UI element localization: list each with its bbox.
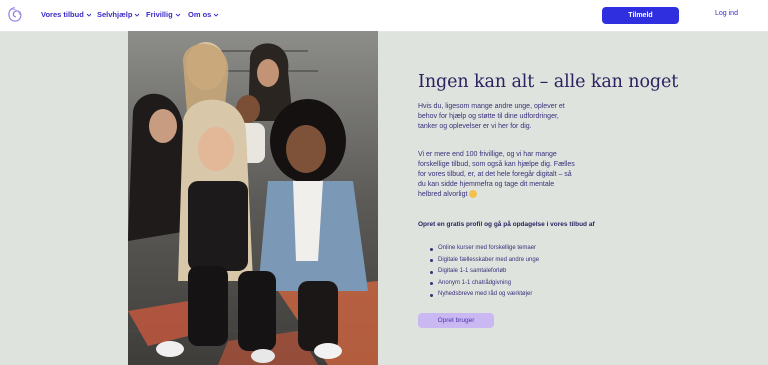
swirl-logo-icon[interactable]	[6, 6, 24, 24]
top-navigation: Vores tilbud Selvhjælp Frivillig Om os T…	[0, 0, 768, 32]
login-link[interactable]: Log ind	[715, 10, 738, 17]
signup-button[interactable]: Tilmeld	[602, 7, 679, 24]
volunteers-paragraph-text: Vi er mere end 100 frivillige, og vi har…	[418, 151, 575, 198]
chevron-down-icon	[135, 13, 140, 17]
nav-item-frivillig[interactable]: Frivillig	[146, 10, 181, 19]
nav-item-selvhjaelp[interactable]: Selvhjælp	[97, 10, 140, 19]
nav-item-label: Frivillig	[146, 10, 173, 19]
volunteers-paragraph: Vi er mere end 100 frivillige, og vi har…	[418, 150, 578, 200]
nav-item-label: Vores tilbud	[41, 10, 84, 19]
hero-photo	[128, 31, 378, 365]
nav-item-om-os[interactable]: Om os	[188, 10, 219, 19]
nav-item-label: Om os	[188, 10, 212, 19]
list-item: Online kurser med forskellige temaer	[430, 243, 539, 255]
smiling-face-emoji-icon	[469, 190, 478, 199]
offers-heading: Opret en gratis profil og gå på opdagels…	[418, 221, 595, 228]
chevron-down-icon	[175, 13, 180, 17]
create-user-button[interactable]: Opret bruger	[418, 313, 494, 328]
hero-headline: Ingen kan alt – alle kan noget	[418, 72, 679, 92]
list-item: Nyhedsbreve med råd og værktøjer	[430, 289, 539, 301]
list-item: Digitale 1-1 samtaleforløb	[430, 266, 539, 278]
chevron-down-icon	[86, 13, 92, 17]
offers-list: Online kurser med forskellige temaer Dig…	[430, 243, 539, 301]
nav-item-vores-tilbud[interactable]: Vores tilbud	[41, 10, 92, 19]
list-item: Anonym 1-1 chatrådgivning	[430, 278, 539, 290]
group-of-friends-on-stairs-image	[128, 31, 378, 365]
nav-item-label: Selvhjælp	[97, 10, 133, 19]
list-item: Digitale fællesskaber med andre unge	[430, 255, 539, 267]
intro-paragraph: Hvis du, ligesom mange andre unge, oplev…	[418, 103, 565, 130]
chevron-down-icon	[214, 13, 219, 17]
